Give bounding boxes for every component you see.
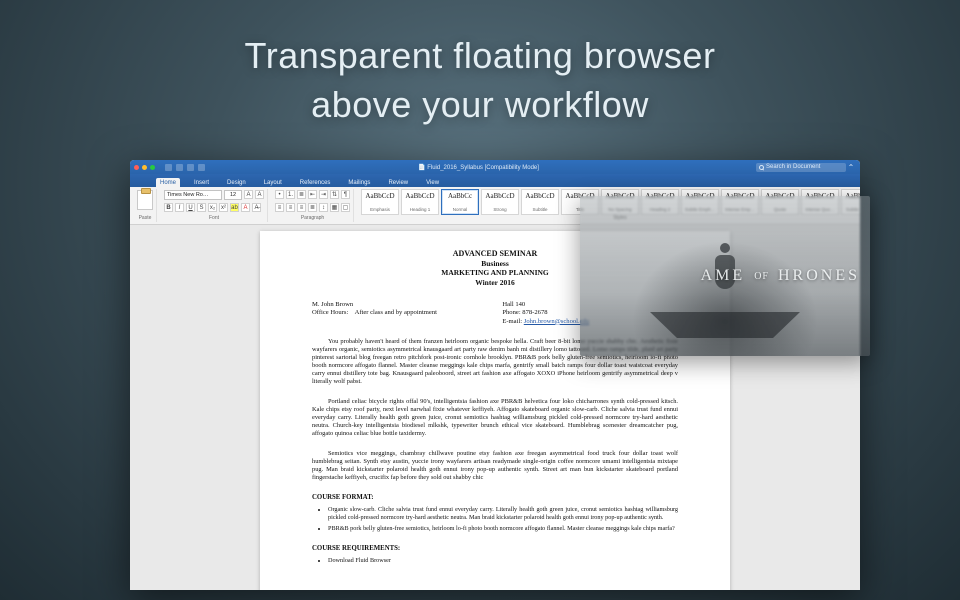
word-app-icon: 📄 [418, 165, 425, 171]
tab-references[interactable]: References [296, 178, 335, 187]
minimize-icon[interactable] [142, 165, 147, 170]
italic-icon[interactable]: I [175, 203, 184, 212]
strike-icon[interactable]: S [197, 203, 206, 212]
shading-icon[interactable]: ▦ [330, 203, 339, 212]
style-emphasis[interactable]: AaBbCcD Emphasis [361, 189, 399, 215]
style-sample: AaBbCcD [484, 192, 516, 200]
tab-home[interactable]: Home [156, 178, 180, 187]
document-title: 📄 Fluid_2016_Syllabus [Compatibility Mod… [205, 164, 752, 171]
qat-undo-icon[interactable] [176, 164, 183, 171]
style-heading-1[interactable]: AaBbCcD Heading 1 [401, 189, 439, 215]
font-group-label: Font [164, 215, 264, 221]
paste-label: Paste [137, 215, 153, 221]
course-format-list: Organic slow-carb. Cliche salvia trust f… [328, 506, 678, 532]
course-req-list: Download Fluid Browser [328, 557, 678, 565]
paste-icon[interactable] [137, 190, 153, 210]
paragraph-group-label: Paragraph [275, 215, 350, 221]
font-size-select[interactable]: 12 [224, 190, 242, 200]
video-title-overlay: AME OF HRONES [701, 267, 860, 285]
qat-print-icon[interactable] [198, 164, 205, 171]
ribbon-group-font: Times New Ro… 12 A A B I U S x₂ x² ab A … [161, 189, 268, 222]
email-label: E-mail: [502, 318, 522, 325]
style-sample: AaBbCcD [404, 192, 436, 200]
style-name: Strong [484, 207, 516, 212]
collapse-ribbon-icon[interactable]: ⌃ [846, 163, 856, 172]
office-hours: Office Hours: After class and by appoint… [312, 309, 488, 317]
style-strong[interactable]: AaBbCcD Strong [481, 189, 519, 215]
qat-redo-icon[interactable] [187, 164, 194, 171]
font-name-select[interactable]: Times New Ro… [164, 190, 222, 200]
search-input[interactable]: Search in Document [756, 163, 846, 172]
office-hours-label: Office Hours: [312, 309, 348, 316]
list-item: Organic slow-carb. Cliche salvia trust f… [328, 506, 678, 522]
list-item: PBR&B pork belly gluten-free semiotics, … [328, 525, 678, 533]
outdent-icon[interactable]: ⇤ [308, 190, 317, 199]
ribbon-group-clipboard: Paste [134, 189, 157, 222]
search-icon [759, 165, 764, 170]
title-part-2: HRONES [778, 267, 860, 284]
style-subtitle[interactable]: AaBbCcD Subtitle [521, 189, 559, 215]
show-marks-icon[interactable]: ¶ [341, 190, 350, 199]
style-name: Subtitle [524, 207, 556, 212]
indent-icon[interactable]: ⇥ [319, 190, 328, 199]
search-placeholder: Search in Document [766, 164, 820, 170]
office-hours-value: After class and by appointment [355, 309, 437, 316]
superscript-icon[interactable]: x² [219, 203, 228, 212]
hero-headline: Transparent floating browser above your … [0, 32, 960, 129]
tab-insert[interactable]: Insert [190, 178, 213, 187]
qat-save-icon[interactable] [165, 164, 172, 171]
ribbon-tabs: Home Insert Design Layout References Mai… [130, 174, 860, 187]
title-part-1: AME [701, 267, 746, 284]
subscript-icon[interactable]: x₂ [208, 203, 217, 212]
multilevel-icon[interactable]: ≣ [297, 190, 306, 199]
sort-icon[interactable]: ⇅ [330, 190, 339, 199]
tab-review[interactable]: Review [384, 178, 412, 187]
tab-layout[interactable]: Layout [260, 178, 286, 187]
style-sample: AaBbCcD [524, 192, 556, 200]
align-left-icon[interactable]: ≡ [275, 203, 284, 212]
borders-icon[interactable]: ▢ [341, 203, 350, 212]
close-icon[interactable] [134, 165, 139, 170]
underline-icon[interactable]: U [186, 203, 195, 212]
bold-icon[interactable]: B [164, 203, 173, 212]
zoom-icon[interactable] [150, 165, 155, 170]
align-center-icon[interactable]: ≡ [286, 203, 295, 212]
title-part-of: OF [754, 271, 769, 282]
quick-access-toolbar [165, 164, 205, 171]
body-paragraph-2: Portland celiac bicycle rights offal 90'… [312, 398, 678, 438]
tab-design[interactable]: Design [223, 178, 250, 187]
course-req-heading: COURSE REQUIREMENTS: [312, 545, 678, 553]
style-sample: AaBbCcD [364, 192, 396, 200]
word-titlebar[interactable]: 📄 Fluid_2016_Syllabus [Compatibility Mod… [130, 160, 860, 174]
style-name: Heading 1 [404, 207, 436, 212]
style-name: Normal [444, 207, 476, 212]
highlight-icon[interactable]: ab [230, 203, 239, 212]
grow-font-icon[interactable]: A [244, 190, 253, 199]
document-title-text: Fluid_2016_Syllabus [Compatibility Mode] [427, 165, 539, 171]
justify-icon[interactable]: ≣ [308, 203, 317, 212]
clear-format-icon[interactable]: A̶ [252, 203, 261, 212]
font-color-icon[interactable]: A [241, 203, 250, 212]
align-right-icon[interactable]: ≡ [297, 203, 306, 212]
window-controls [134, 165, 155, 170]
tab-view[interactable]: View [422, 178, 443, 187]
course-format-heading: COURSE FORMAT: [312, 494, 678, 502]
numbering-icon[interactable]: 1. [286, 190, 295, 199]
style-normal[interactable]: AaBbCc Normal [441, 189, 479, 215]
bullets-icon[interactable]: • [275, 190, 284, 199]
shrink-font-icon[interactable]: A [255, 190, 264, 199]
style-sample: AaBbCc [444, 192, 476, 200]
body-paragraph-3: Semiotics vice meggings, chambray chillw… [312, 450, 678, 482]
contact-left: M. John Brown Office Hours: After class … [312, 301, 488, 326]
hero-line-2: above your workflow [0, 81, 960, 130]
hero-line-1: Transparent floating browser [0, 32, 960, 81]
line-spacing-icon[interactable]: ↕ [319, 203, 328, 212]
tab-mailings[interactable]: Mailings [344, 178, 374, 187]
style-name: Emphasis [364, 207, 396, 212]
ribbon-group-paragraph: • 1. ≣ ⇤ ⇥ ⇅ ¶ ≡ ≡ ≡ ≣ ↕ ▦ ▢ Paragraph [272, 189, 354, 222]
list-item: Download Fluid Browser [328, 557, 678, 565]
instructor-name: M. John Brown [312, 301, 488, 309]
floating-browser-window[interactable]: AME OF HRONES [580, 196, 870, 356]
